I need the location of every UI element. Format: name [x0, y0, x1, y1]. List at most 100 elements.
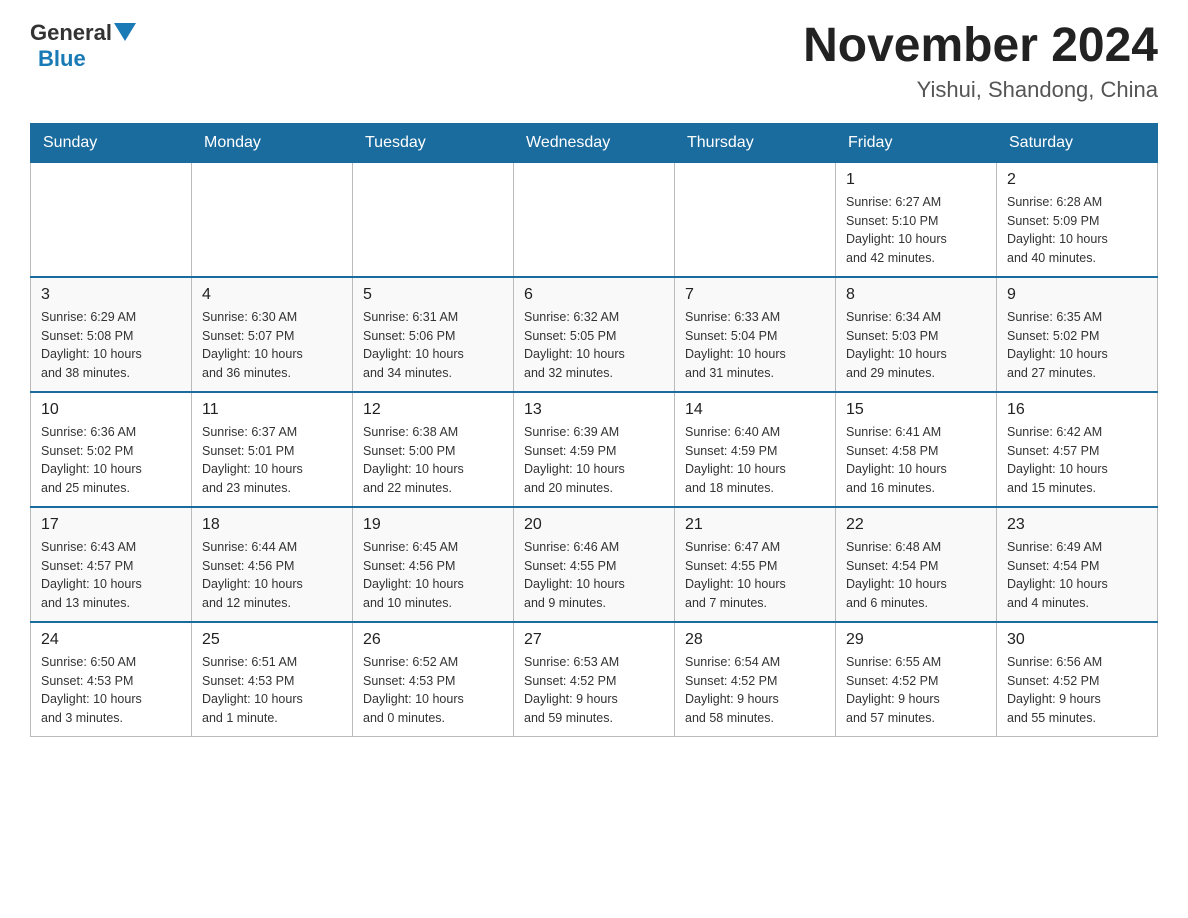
day-number: 30: [1007, 631, 1147, 649]
day-number: 2: [1007, 171, 1147, 189]
day-number: 20: [524, 516, 664, 534]
day-info: Sunrise: 6:47 AM Sunset: 4:55 PM Dayligh…: [685, 538, 825, 613]
day-info: Sunrise: 6:43 AM Sunset: 4:57 PM Dayligh…: [41, 538, 181, 613]
calendar-day-cell: 24 Sunrise: 6:50 AM Sunset: 4:53 PM Dayli…: [31, 622, 192, 737]
calendar-day-cell: 17 Sunrise: 6:43 AM Sunset: 4:57 PM Dayli…: [31, 507, 192, 622]
day-number: 10: [41, 401, 181, 419]
calendar-day-cell: 5 Sunrise: 6:31 AM Sunset: 5:06 PM Daylig…: [353, 277, 514, 392]
day-info: Sunrise: 6:45 AM Sunset: 4:56 PM Dayligh…: [363, 538, 503, 613]
calendar-header: SundayMondayTuesdayWednesdayThursdayFrid…: [31, 123, 1158, 162]
calendar-table: SundayMondayTuesdayWednesdayThursdayFrid…: [30, 123, 1158, 737]
day-number: 11: [202, 401, 342, 419]
day-info: Sunrise: 6:56 AM Sunset: 4:52 PM Dayligh…: [1007, 653, 1147, 728]
calendar-day-cell: 8 Sunrise: 6:34 AM Sunset: 5:03 PM Daylig…: [836, 277, 997, 392]
calendar-body: 1 Sunrise: 6:27 AM Sunset: 5:10 PM Daylig…: [31, 162, 1158, 736]
day-number: 13: [524, 401, 664, 419]
day-number: 8: [846, 286, 986, 304]
day-number: 23: [1007, 516, 1147, 534]
calendar-week-row: 1 Sunrise: 6:27 AM Sunset: 5:10 PM Daylig…: [31, 162, 1158, 277]
day-number: 17: [41, 516, 181, 534]
day-info: Sunrise: 6:55 AM Sunset: 4:52 PM Dayligh…: [846, 653, 986, 728]
day-info: Sunrise: 6:38 AM Sunset: 5:00 PM Dayligh…: [363, 423, 503, 498]
weekday-header-thursday: Thursday: [675, 123, 836, 162]
calendar-day-cell: 27Sunrise: 6:53 AM Sunset: 4:52 PM Dayli…: [514, 622, 675, 737]
weekday-header-saturday: Saturday: [997, 123, 1158, 162]
calendar-day-cell: 1 Sunrise: 6:27 AM Sunset: 5:10 PM Daylig…: [836, 162, 997, 277]
day-info: Sunrise: 6:36 AM Sunset: 5:02 PM Dayligh…: [41, 423, 181, 498]
day-info: Sunrise: 6:31 AM Sunset: 5:06 PM Dayligh…: [363, 308, 503, 383]
day-number: 19: [363, 516, 503, 534]
day-info: Sunrise: 6:54 AM Sunset: 4:52 PM Dayligh…: [685, 653, 825, 728]
day-number: 16: [1007, 401, 1147, 419]
calendar-day-cell: 26 Sunrise: 6:52 AM Sunset: 4:53 PM Dayli…: [353, 622, 514, 737]
calendar-day-cell: 23Sunrise: 6:49 AM Sunset: 4:54 PM Dayli…: [997, 507, 1158, 622]
location-subtitle: Yishui, Shandong, China: [803, 77, 1158, 103]
day-info: Sunrise: 6:51 AM Sunset: 4:53 PM Dayligh…: [202, 653, 342, 728]
day-info: Sunrise: 6:44 AM Sunset: 4:56 PM Dayligh…: [202, 538, 342, 613]
calendar-day-cell: 15Sunrise: 6:41 AM Sunset: 4:58 PM Dayli…: [836, 392, 997, 507]
day-number: 18: [202, 516, 342, 534]
weekday-header-tuesday: Tuesday: [353, 123, 514, 162]
day-info: Sunrise: 6:28 AM Sunset: 5:09 PM Dayligh…: [1007, 193, 1147, 268]
calendar-day-cell: 25 Sunrise: 6:51 AM Sunset: 4:53 PM Dayli…: [192, 622, 353, 737]
calendar-day-cell: 30 Sunrise: 6:56 AM Sunset: 4:52 PM Dayli…: [997, 622, 1158, 737]
calendar-day-cell: 19 Sunrise: 6:45 AM Sunset: 4:56 PM Dayli…: [353, 507, 514, 622]
day-number: 14: [685, 401, 825, 419]
day-number: 25: [202, 631, 342, 649]
day-number: 28: [685, 631, 825, 649]
calendar-day-cell: [514, 162, 675, 277]
day-info: Sunrise: 6:40 AM Sunset: 4:59 PM Dayligh…: [685, 423, 825, 498]
day-number: 22: [846, 516, 986, 534]
day-number: 24: [41, 631, 181, 649]
day-info: Sunrise: 6:34 AM Sunset: 5:03 PM Dayligh…: [846, 308, 986, 383]
calendar-day-cell: 14 Sunrise: 6:40 AM Sunset: 4:59 PM Dayli…: [675, 392, 836, 507]
calendar-week-row: 24 Sunrise: 6:50 AM Sunset: 4:53 PM Dayli…: [31, 622, 1158, 737]
day-info: Sunrise: 6:29 AM Sunset: 5:08 PM Dayligh…: [41, 308, 181, 383]
day-number: 29: [846, 631, 986, 649]
calendar-day-cell: 2 Sunrise: 6:28 AM Sunset: 5:09 PM Daylig…: [997, 162, 1158, 277]
day-number: 15: [846, 401, 986, 419]
month-year-title: November 2024: [803, 20, 1158, 73]
day-info: Sunrise: 6:30 AM Sunset: 5:07 PM Dayligh…: [202, 308, 342, 383]
day-info: Sunrise: 6:46 AM Sunset: 4:55 PM Dayligh…: [524, 538, 664, 613]
calendar-day-cell: 7 Sunrise: 6:33 AM Sunset: 5:04 PM Daylig…: [675, 277, 836, 392]
day-info: Sunrise: 6:52 AM Sunset: 4:53 PM Dayligh…: [363, 653, 503, 728]
day-number: 5: [363, 286, 503, 304]
calendar-day-cell: 11 Sunrise: 6:37 AM Sunset: 5:01 PM Dayli…: [192, 392, 353, 507]
calendar-day-cell: 18 Sunrise: 6:44 AM Sunset: 4:56 PM Dayli…: [192, 507, 353, 622]
day-info: Sunrise: 6:35 AM Sunset: 5:02 PM Dayligh…: [1007, 308, 1147, 383]
weekday-header-friday: Friday: [836, 123, 997, 162]
day-info: Sunrise: 6:32 AM Sunset: 5:05 PM Dayligh…: [524, 308, 664, 383]
day-number: 26: [363, 631, 503, 649]
title-area: November 2024 Yishui, Shandong, China: [803, 20, 1158, 103]
calendar-day-cell: 21 Sunrise: 6:47 AM Sunset: 4:55 PM Dayli…: [675, 507, 836, 622]
calendar-day-cell: [675, 162, 836, 277]
weekday-header-wednesday: Wednesday: [514, 123, 675, 162]
calendar-week-row: 17 Sunrise: 6:43 AM Sunset: 4:57 PM Dayli…: [31, 507, 1158, 622]
logo: General Blue: [30, 20, 136, 72]
weekday-header-row: SundayMondayTuesdayWednesdayThursdayFrid…: [31, 123, 1158, 162]
day-number: 27: [524, 631, 664, 649]
day-info: Sunrise: 6:50 AM Sunset: 4:53 PM Dayligh…: [41, 653, 181, 728]
day-info: Sunrise: 6:33 AM Sunset: 5:04 PM Dayligh…: [685, 308, 825, 383]
day-number: 1: [846, 171, 986, 189]
day-number: 12: [363, 401, 503, 419]
calendar-day-cell: 3Sunrise: 6:29 AM Sunset: 5:08 PM Daylig…: [31, 277, 192, 392]
calendar-day-cell: 29 Sunrise: 6:55 AM Sunset: 4:52 PM Dayli…: [836, 622, 997, 737]
calendar-week-row: 3Sunrise: 6:29 AM Sunset: 5:08 PM Daylig…: [31, 277, 1158, 392]
calendar-day-cell: [353, 162, 514, 277]
day-number: 21: [685, 516, 825, 534]
day-info: Sunrise: 6:37 AM Sunset: 5:01 PM Dayligh…: [202, 423, 342, 498]
calendar-day-cell: 22Sunrise: 6:48 AM Sunset: 4:54 PM Dayli…: [836, 507, 997, 622]
day-number: 7: [685, 286, 825, 304]
calendar-day-cell: 4Sunrise: 6:30 AM Sunset: 5:07 PM Daylig…: [192, 277, 353, 392]
page-header: General Blue November 2024 Yishui, Shand…: [30, 20, 1158, 103]
day-info: Sunrise: 6:42 AM Sunset: 4:57 PM Dayligh…: [1007, 423, 1147, 498]
calendar-day-cell: 9Sunrise: 6:35 AM Sunset: 5:02 PM Daylig…: [997, 277, 1158, 392]
calendar-day-cell: [192, 162, 353, 277]
logo-blue-text: Blue: [38, 46, 86, 71]
logo-general-text: General: [30, 20, 112, 46]
calendar-day-cell: 13 Sunrise: 6:39 AM Sunset: 4:59 PM Dayli…: [514, 392, 675, 507]
day-info: Sunrise: 6:27 AM Sunset: 5:10 PM Dayligh…: [846, 193, 986, 268]
day-info: Sunrise: 6:39 AM Sunset: 4:59 PM Dayligh…: [524, 423, 664, 498]
